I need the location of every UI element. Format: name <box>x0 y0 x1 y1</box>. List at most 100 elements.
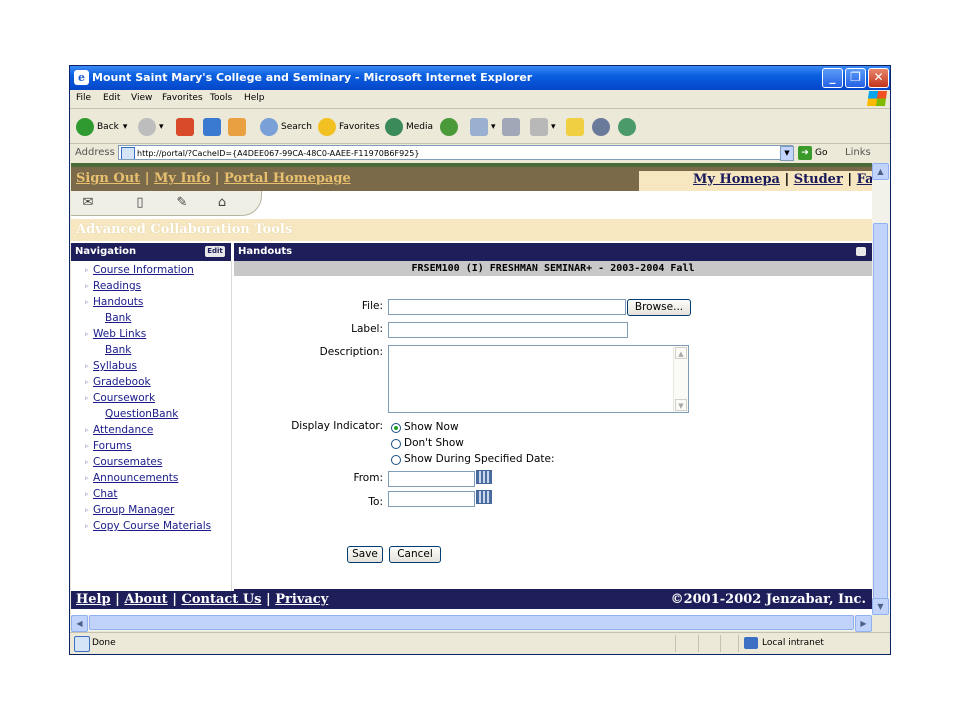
mail-button[interactable]: ▾ <box>470 117 496 137</box>
menu-file[interactable]: File <box>76 93 91 103</box>
pencil-icon[interactable]: ✎ <box>173 195 191 211</box>
scroll-down-icon[interactable]: ▼ <box>872 598 889 615</box>
label-input[interactable] <box>388 322 628 338</box>
section-banner: Advanced Collaboration Tools <box>71 219 872 241</box>
favorites-button[interactable]: Favorites <box>318 117 380 137</box>
faculty-link[interactable]: Faculty <box>857 172 872 187</box>
scroll-left-icon[interactable]: ◀ <box>71 615 88 632</box>
nav-coursemates[interactable]: Coursemates <box>93 456 162 468</box>
browse-button[interactable]: Browse... <box>627 299 691 316</box>
scroll-down-icon[interactable]: ▼ <box>675 399 687 411</box>
students-link[interactable]: Studer <box>794 172 843 187</box>
nav-web-links[interactable]: Web Links <box>93 328 146 340</box>
from-date-input[interactable] <box>388 471 475 487</box>
close-button[interactable]: ✕ <box>868 68 889 88</box>
nav-chat[interactable]: Chat <box>93 488 118 500</box>
description-scrollbar[interactable]: ▲ ▼ <box>673 346 688 412</box>
vertical-scrollbar[interactable]: ▲ ▼ <box>872 163 890 615</box>
help-link[interactable]: Help <box>76 592 111 607</box>
scroll-up-icon[interactable]: ▲ <box>675 347 687 359</box>
cancel-button[interactable]: Cancel <box>389 546 441 563</box>
address-bar: Address http://portal/?CacheID={A4DEE067… <box>70 144 890 163</box>
security-zone: Local intranet <box>762 638 824 648</box>
nav-readings[interactable]: Readings <box>93 280 141 292</box>
links-button[interactable]: Links <box>845 147 871 158</box>
nav-group-manager[interactable]: Group Manager <box>93 504 174 516</box>
back-button[interactable]: Back ▾ <box>76 117 127 137</box>
address-label: Address <box>75 147 115 158</box>
nav-handouts[interactable]: Handouts <box>93 296 143 308</box>
scroll-right-icon[interactable]: ▶ <box>855 615 872 632</box>
media-button[interactable]: Media <box>385 117 433 137</box>
scroll-up-icon[interactable]: ▲ <box>872 163 889 180</box>
show-now-radio[interactable] <box>391 423 401 433</box>
file-input[interactable] <box>388 299 626 315</box>
address-dropdown-button[interactable]: ▼ <box>780 146 794 161</box>
messenger-button[interactable] <box>592 117 613 137</box>
favorites-label: Favorites <box>339 122 380 132</box>
discuss-button[interactable] <box>566 117 587 137</box>
calendar-icon[interactable]: ▯ <box>131 195 149 211</box>
stop-icon <box>176 118 194 136</box>
show-during-date-radio[interactable] <box>391 455 401 465</box>
go-label: Go <box>815 148 828 158</box>
mail-icon[interactable]: ✉ <box>79 195 97 211</box>
print-button[interactable] <box>502 117 523 137</box>
mail-icon <box>470 118 488 136</box>
calendar-icon[interactable] <box>476 490 492 504</box>
window-title: Mount Saint Mary's College and Seminary … <box>92 71 533 84</box>
nav-announcements[interactable]: Announcements <box>93 472 178 484</box>
portal-homepage-link[interactable]: Portal Homepage <box>224 171 351 186</box>
research-button[interactable] <box>618 117 639 137</box>
nav-copy-course-materials[interactable]: Copy Course Materials <box>93 520 211 532</box>
to-label: To: <box>368 496 383 508</box>
history-button[interactable] <box>440 117 461 137</box>
about-link[interactable]: About <box>124 592 167 607</box>
horizontal-scroll-thumb[interactable] <box>89 615 854 630</box>
nav-attendance[interactable]: Attendance <box>93 424 153 436</box>
minimize-button[interactable]: _ <box>822 68 843 88</box>
vertical-scroll-thumb[interactable] <box>873 223 888 603</box>
contact-us-link[interactable]: Contact Us <box>181 592 261 607</box>
search-button[interactable]: Search <box>260 117 312 137</box>
popout-icon[interactable] <box>856 247 866 256</box>
edit-button[interactable]: Edit <box>205 246 225 257</box>
nav-web-links-bank[interactable]: Bank <box>105 344 131 356</box>
address-input[interactable]: http://portal/?CacheID={A4DEE067-99CA-48… <box>118 145 793 160</box>
nav-forums[interactable]: Forums <box>93 440 132 452</box>
maximize-button[interactable]: ❐ <box>845 68 866 88</box>
portal-footer: Help | About | Contact Us | Privacy ©200… <box>71 591 872 609</box>
dont-show-radio[interactable] <box>391 439 401 449</box>
menu-view[interactable]: View <box>131 93 152 103</box>
go-button[interactable]: ➜ Go <box>798 145 827 161</box>
browser-window: e Mount Saint Mary's College and Seminar… <box>69 65 891 655</box>
course-title-bar: FRSEM100 (I) FRESHMAN SEMINAR+ - 2003-20… <box>234 261 872 276</box>
ie-icon: e <box>74 70 89 85</box>
nav-gradebook[interactable]: Gradebook <box>93 376 151 388</box>
nav-coursework[interactable]: Coursework <box>93 392 155 404</box>
nav-course-information[interactable]: Course Information <box>93 264 194 276</box>
home-button[interactable] <box>228 117 249 137</box>
nav-syllabus[interactable]: Syllabus <box>93 360 137 372</box>
stop-button[interactable] <box>176 117 197 137</box>
edit-page-button[interactable]: ▾ <box>530 117 556 137</box>
nav-handouts-bank[interactable]: Bank <box>105 312 131 324</box>
calendar-icon[interactable] <box>476 470 492 484</box>
my-homepage-link[interactable]: My Homepa <box>693 172 780 187</box>
forward-button[interactable]: ▾ <box>138 117 164 137</box>
menu-tools[interactable]: Tools <box>210 93 232 103</box>
navigation-title: Navigation <box>75 246 137 257</box>
privacy-link[interactable]: Privacy <box>275 592 328 607</box>
campus-icon[interactable]: ⌂ <box>213 195 231 211</box>
menu-help[interactable]: Help <box>244 93 265 103</box>
horizontal-scrollbar[interactable]: ◀ ▶ <box>71 615 872 632</box>
sign-out-link[interactable]: Sign Out <box>76 171 140 186</box>
to-date-input[interactable] <box>388 491 475 507</box>
description-textarea[interactable]: ▲ ▼ <box>388 345 689 413</box>
save-button[interactable]: Save <box>347 546 383 563</box>
menu-favorites[interactable]: Favorites <box>162 93 203 103</box>
nav-questionbank[interactable]: QuestionBank <box>105 408 178 420</box>
my-info-link[interactable]: My Info <box>154 171 210 186</box>
refresh-button[interactable] <box>203 117 224 137</box>
menu-edit[interactable]: Edit <box>103 93 120 103</box>
